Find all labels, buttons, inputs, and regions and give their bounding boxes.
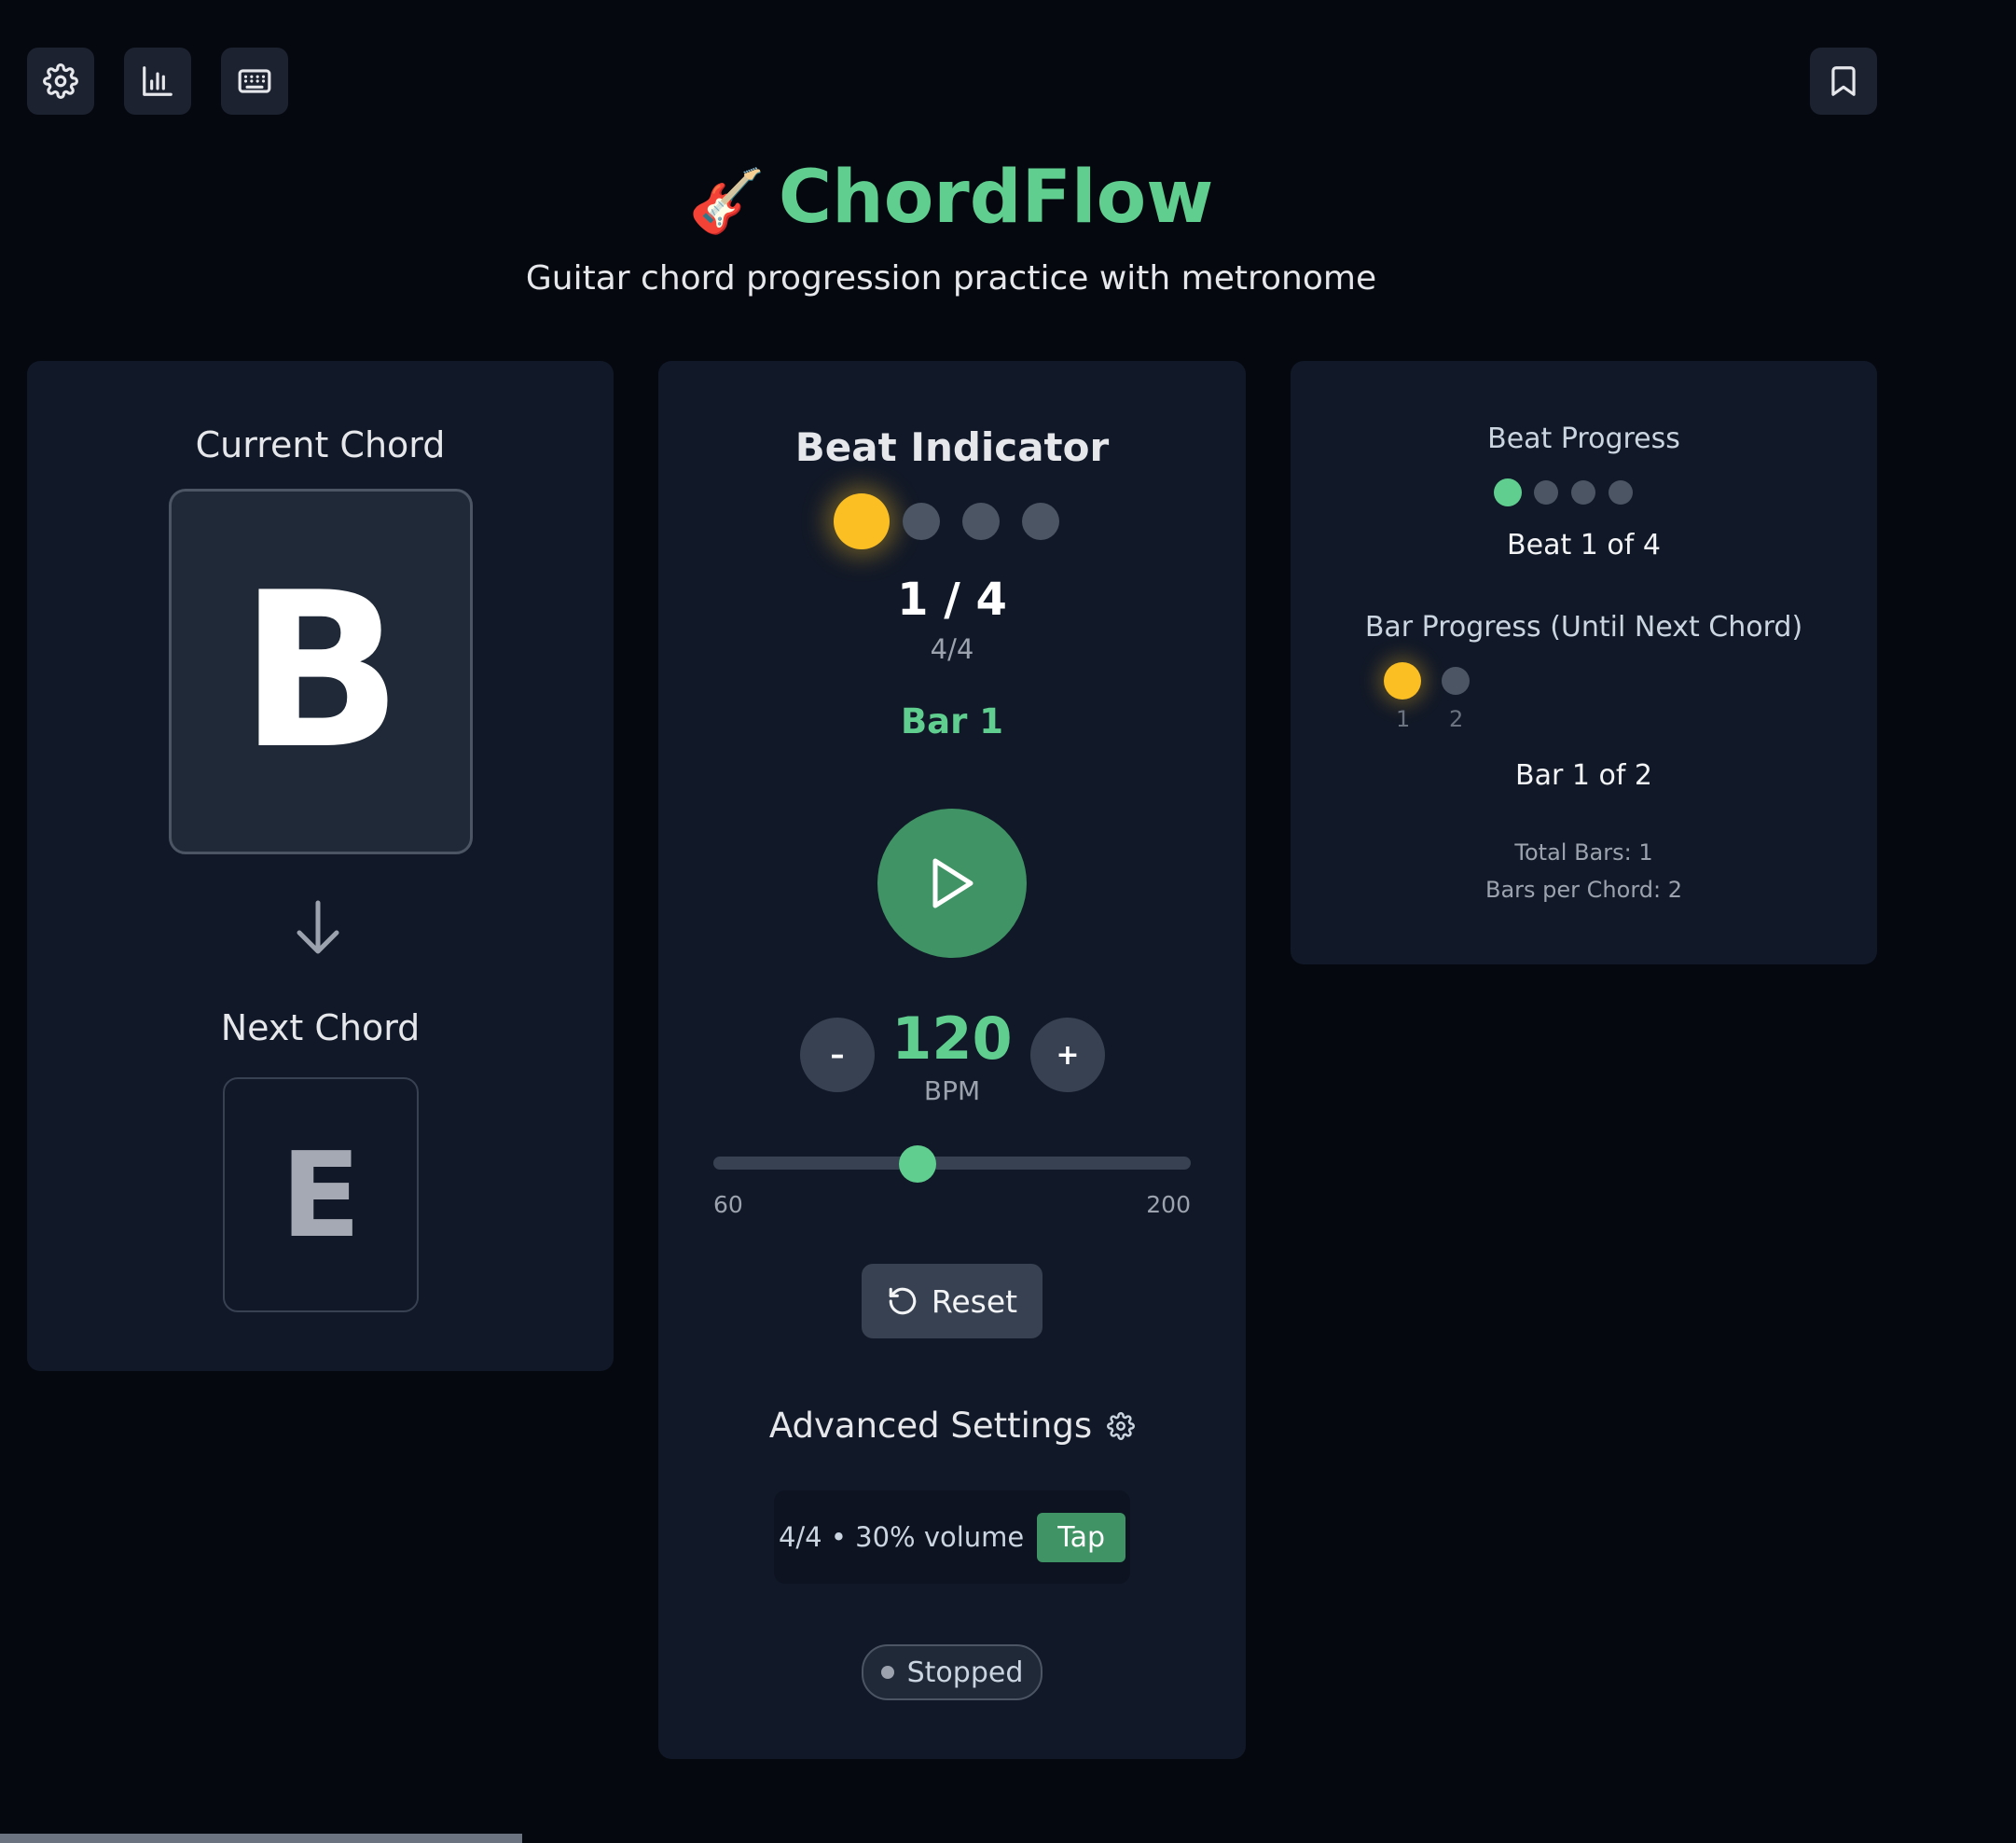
reset-label: Reset: [931, 1282, 1018, 1320]
progress-card: Beat Progress Beat 1 of 4 Bar Progress (…: [1291, 361, 1877, 964]
beat-progress-dot-1: [1494, 478, 1522, 506]
keyboard-icon: [238, 69, 271, 93]
advanced-settings-toggle[interactable]: Advanced Settings: [658, 1406, 1246, 1446]
bpm-value: 120: [891, 1005, 1013, 1073]
stats-button[interactable]: [124, 48, 191, 115]
advanced-summary-panel: 4/4 • 30% volume Tap: [774, 1490, 1130, 1584]
beat-progress-title: Beat Progress: [1487, 423, 1680, 455]
bar-progress-dot-1: [1384, 662, 1421, 700]
play-button[interactable]: [877, 809, 1027, 958]
app-subtitle: Guitar chord progression practice with m…: [525, 259, 1377, 298]
bookmark-button[interactable]: [1810, 48, 1877, 115]
beat-dot-1: [834, 493, 890, 549]
tempo-slider-track[interactable]: [713, 1157, 1191, 1170]
guitar-icon: 🎸: [688, 165, 766, 237]
app-title-text: ChordFlow: [778, 156, 1214, 240]
status-badge: Stopped: [862, 1644, 1043, 1700]
bar-label: Bar 1: [900, 701, 1004, 741]
current-chord-label: Current Chord: [195, 424, 446, 465]
advanced-summary-text: 4/4 • 30% volume: [778, 1521, 1025, 1553]
bottom-scrollbar[interactable]: [0, 1834, 522, 1843]
total-bars-text: Total Bars: 1: [1514, 839, 1653, 866]
settings-button[interactable]: [27, 48, 94, 115]
current-chord-display: B: [169, 489, 473, 854]
gear-icon: [43, 63, 78, 99]
beat-counter: 1 / 4: [897, 574, 1007, 626]
bar-progress-number-1: 1: [1396, 706, 1411, 732]
reset-button[interactable]: Reset: [862, 1264, 1043, 1338]
bar-progress-number-2: 2: [1449, 706, 1464, 732]
rotate-ccw-icon: [889, 1287, 917, 1315]
status-label: Stopped: [906, 1656, 1024, 1689]
beat-progress-text: Beat 1 of 4: [1507, 529, 1661, 561]
bar-chart-icon: [143, 66, 173, 96]
tempo-slider-thumb[interactable]: [899, 1145, 937, 1183]
tempo-max-label: 200: [1146, 1191, 1191, 1218]
metronome-card: Beat Indicator 1 / 4 4/4 Bar 1 – + 120 B…: [658, 361, 1246, 1759]
next-chord-label: Next Chord: [220, 1007, 421, 1048]
chord-card: Current Chord B Next Chord E: [27, 361, 614, 1371]
play-icon: [932, 858, 973, 908]
app-title: 🎸 ChordFlow: [0, 149, 1902, 250]
beat-dot-2: [903, 503, 940, 540]
gear-icon: [1107, 1411, 1136, 1440]
beat-progress-dot-3: [1571, 480, 1595, 505]
beat-dot-4: [1022, 503, 1059, 540]
bar-progress-title: Bar Progress (Until Next Chord): [1364, 611, 1803, 644]
tap-tempo-button[interactable]: Tap: [1037, 1512, 1126, 1562]
arrow-down-icon: [297, 900, 339, 954]
beat-progress-dot-4: [1609, 480, 1633, 505]
tempo-min-label: 60: [713, 1191, 743, 1218]
bpm-label: BPM: [923, 1075, 981, 1106]
time-signature: 4/4: [930, 633, 974, 665]
beat-progress-dot-2: [1534, 480, 1558, 505]
status-dot: [880, 1666, 894, 1679]
app-header: 🎸 ChordFlow Guitar chord progression prac…: [0, 149, 1902, 298]
beat-indicator-title: Beat Indicator: [794, 424, 1110, 470]
bar-progress-dot-2: [1442, 667, 1470, 695]
keyboard-shortcuts-button[interactable]: [221, 48, 288, 115]
bookmark-icon: [1831, 66, 1856, 96]
beat-dot-3: [962, 503, 1000, 540]
next-chord-display: E: [223, 1077, 419, 1312]
bars-per-chord-text: Bars per Chord: 2: [1485, 877, 1682, 903]
bar-progress-text: Bar 1 of 2: [1515, 759, 1652, 792]
advanced-settings-title: Advanced Settings: [768, 1406, 1093, 1446]
